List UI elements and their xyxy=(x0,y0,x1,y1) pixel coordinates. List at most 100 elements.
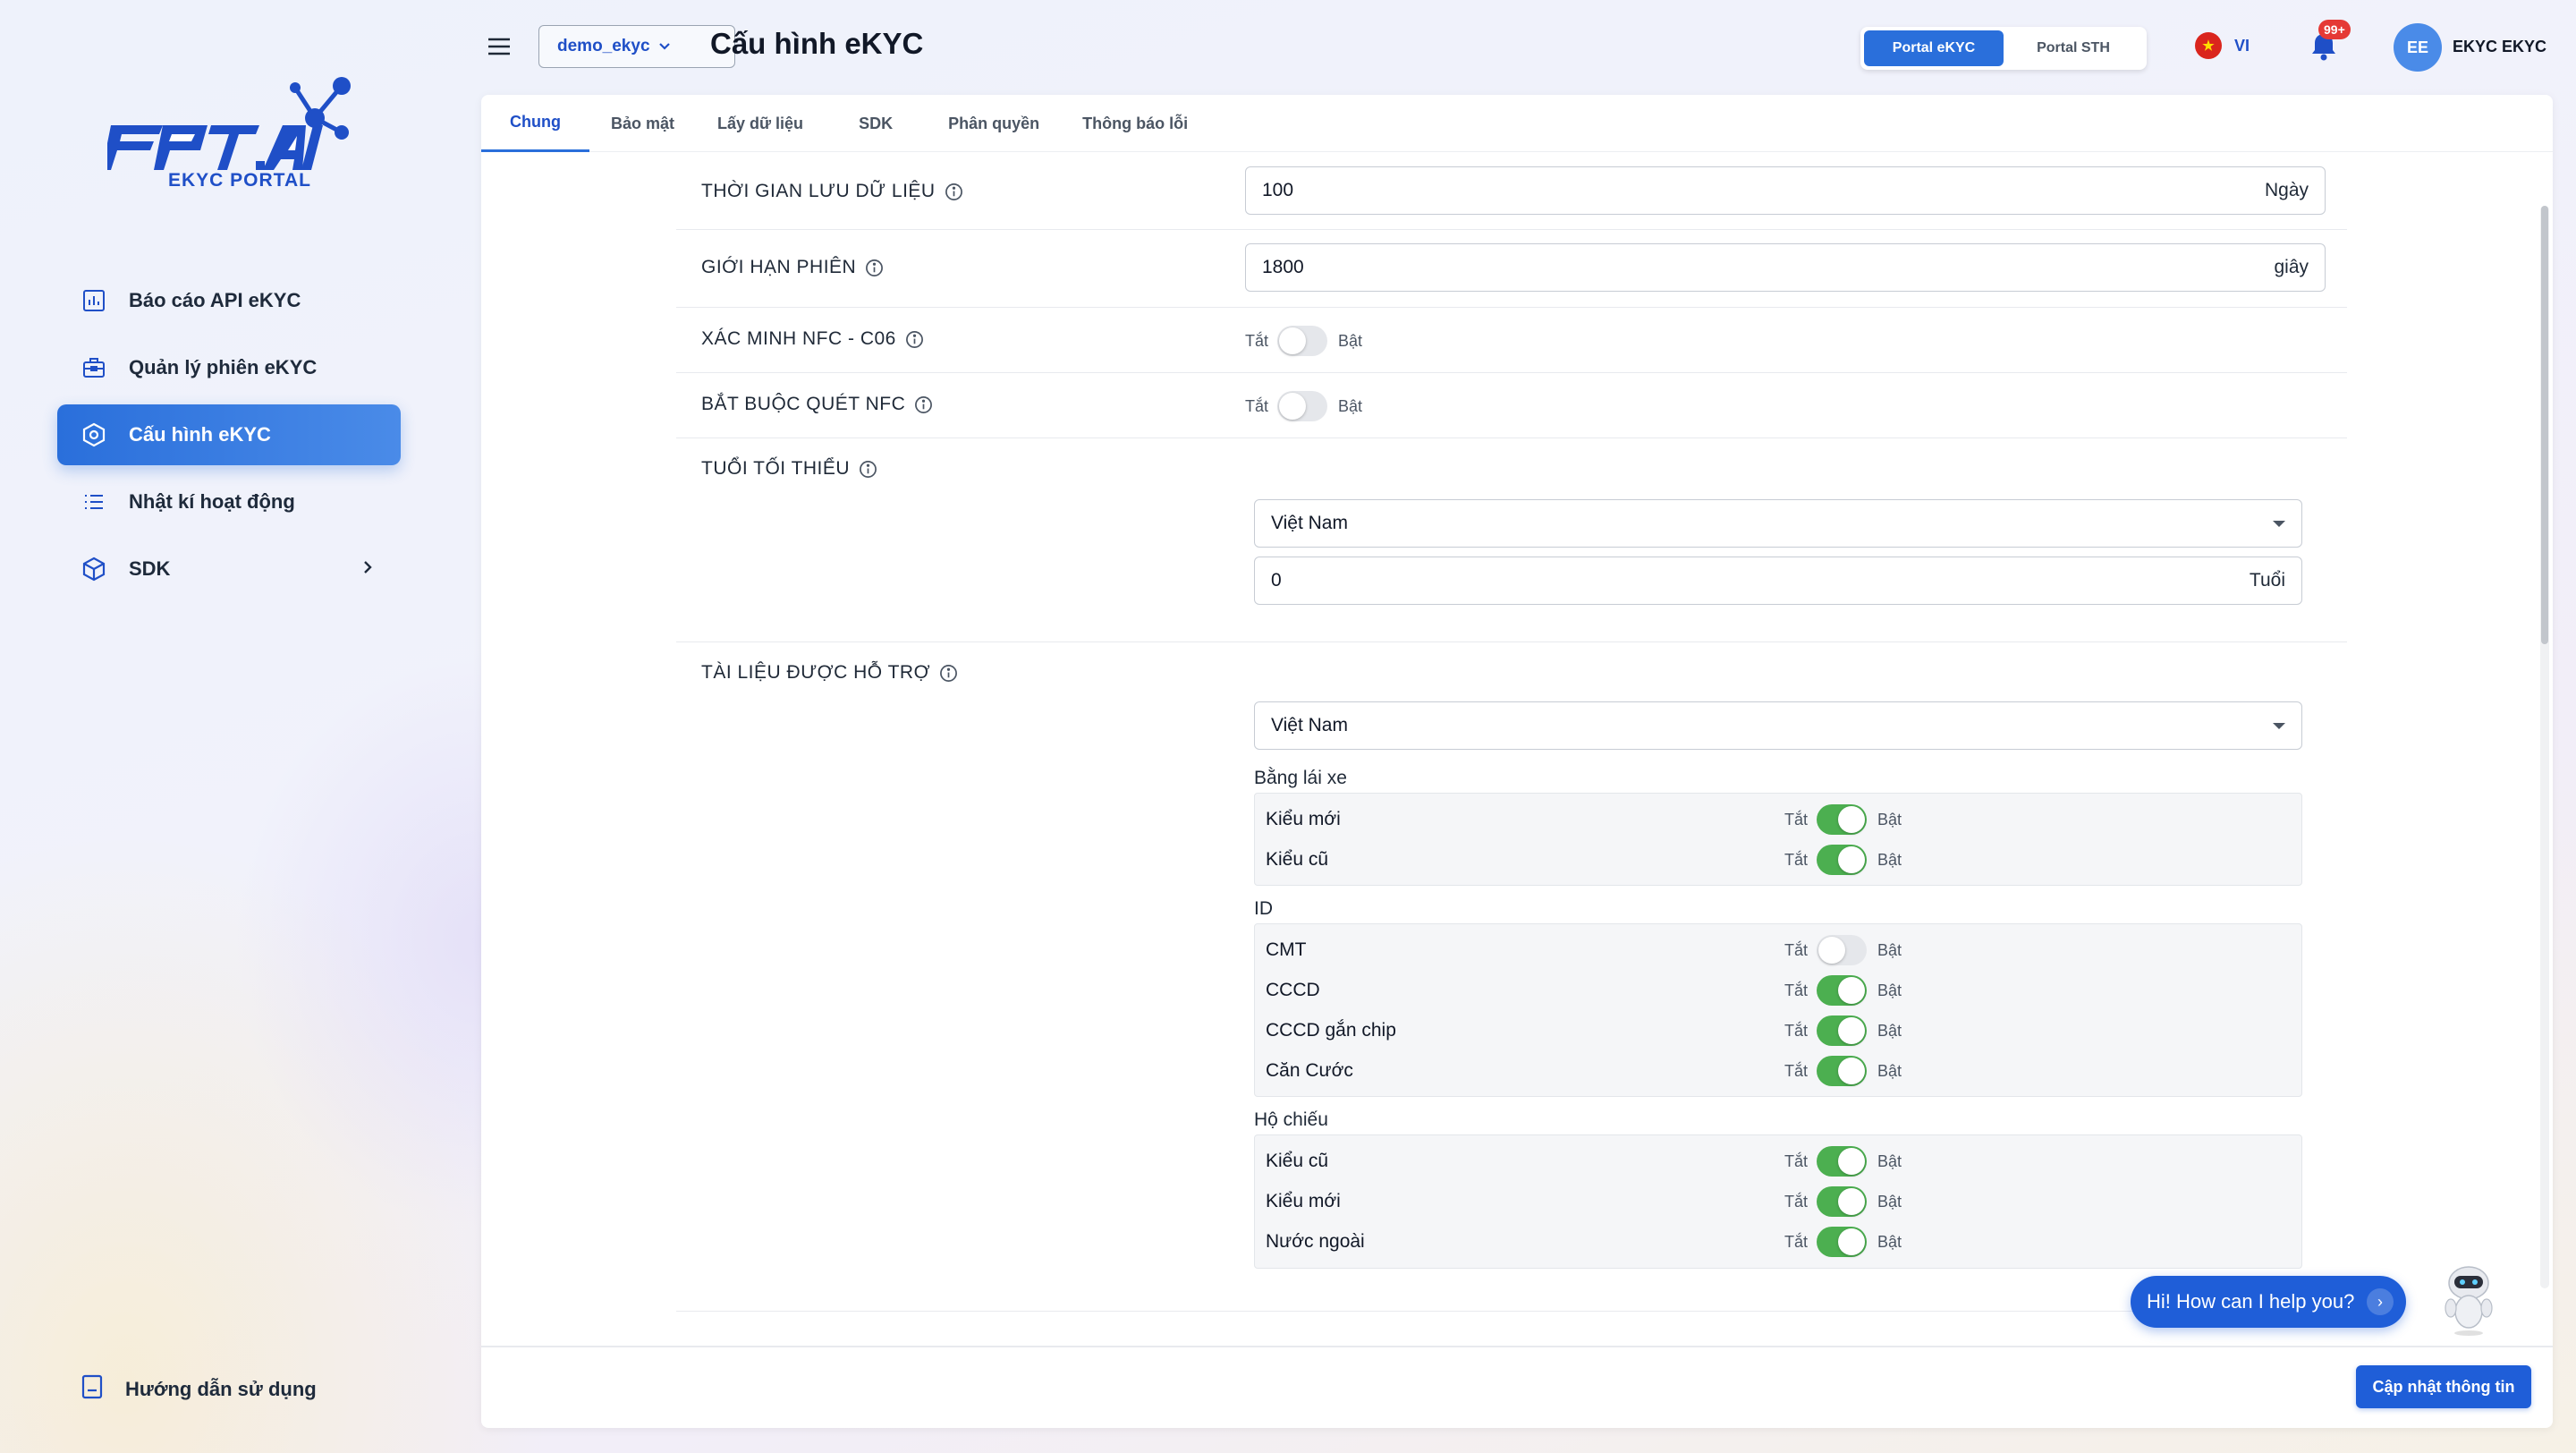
setting-label-text: GIỚI HẠN PHIÊN xyxy=(701,257,857,277)
chatbot-robot-icon[interactable] xyxy=(2433,1262,2504,1337)
info-icon[interactable] xyxy=(865,259,884,277)
toggle-on-label: Bật xyxy=(1877,1061,1902,1080)
tab-general[interactable]: Chung xyxy=(481,95,589,152)
setting-label: XÁC MINH NFC - C06 xyxy=(701,328,924,350)
setting-row-session-limit: GIỚI HẠN PHIÊN 1800 giây xyxy=(676,230,2347,308)
portal-switch[interactable]: Portal eKYC Portal STH xyxy=(1860,27,2147,70)
doc-toggle-group: Tắt Bật xyxy=(1784,1227,1902,1257)
top-header: demo_ekyc Cấu hình eKYC Portal eKYC Port… xyxy=(465,0,2576,93)
doc-group-title-driver-license: Bằng lái xe xyxy=(1254,768,1347,788)
toggle-off-label: Tắt xyxy=(1784,940,1809,959)
doc-item-label: Căn Cước xyxy=(1266,1060,1353,1081)
tab-sdk[interactable]: SDK xyxy=(825,95,927,152)
doc-item: Căn Cước Tắt Bật xyxy=(1255,1050,2301,1091)
tab-error-notifications[interactable]: Thông báo lỗi xyxy=(1061,95,1209,152)
doc-toggle-group: Tắt Bật xyxy=(1784,975,1902,1006)
doc-group-driver-license: Kiểu mới Tắt Bật Kiểu cũ Tắt Bật xyxy=(1254,793,2302,886)
hamburger-menu-icon[interactable] xyxy=(483,30,515,63)
nfc-c06-toggle-group: Tắt Bật xyxy=(1245,326,1362,356)
caret-down-icon xyxy=(2273,520,2285,527)
sidebar-item-sdk[interactable]: SDK xyxy=(57,539,401,599)
toggle-off-label: Tắt xyxy=(1784,1232,1809,1251)
sidebar-item-activity-log[interactable]: Nhật kí hoạt động xyxy=(57,472,401,532)
guide-label: Hướng dẫn sử dụng xyxy=(125,1378,317,1400)
sidebar-item-ekyc-config[interactable]: Cấu hình eKYC xyxy=(57,404,401,465)
sidebar-nav: Báo cáo API eKYC Quản lý phiên eKYC Cấu … xyxy=(57,270,401,606)
retention-input[interactable]: 100 Ngày xyxy=(1245,166,2326,215)
avatar[interactable]: EE xyxy=(2394,23,2442,72)
doc-toggle-group: Tắt Bật xyxy=(1784,1186,1902,1217)
toggle-on-label: Bật xyxy=(1877,981,1902,999)
toggle-on-label: Bật xyxy=(1877,1192,1902,1211)
license-new-toggle[interactable] xyxy=(1817,804,1868,835)
cccd-chip-toggle[interactable] xyxy=(1817,1015,1868,1046)
license-old-toggle[interactable] xyxy=(1817,845,1868,875)
user-name[interactable]: EKYC EKYC xyxy=(2453,38,2546,56)
passport-old-toggle[interactable] xyxy=(1817,1146,1868,1177)
min-age-input[interactable]: 0 Tuổi xyxy=(1254,557,2302,605)
update-info-button[interactable]: Cập nhật thông tin xyxy=(2356,1365,2531,1408)
chat-bubble[interactable]: Hi! How can I help you? › xyxy=(2131,1276,2406,1328)
cmt-toggle[interactable] xyxy=(1817,935,1868,965)
toggle-on-label: Bật xyxy=(1877,1021,1902,1040)
doc-item: Nước ngoài Tắt Bật xyxy=(1255,1221,2301,1262)
min-age-country-select[interactable]: Việt Nam xyxy=(1254,499,2302,548)
cccd-toggle[interactable] xyxy=(1817,975,1868,1006)
retention-value: 100 xyxy=(1262,180,1294,200)
doc-toggle-group: Tắt Bật xyxy=(1784,804,1902,835)
tab-data-retrieval[interactable]: Lấy dữ liệu xyxy=(696,95,825,152)
passport-new-toggle[interactable] xyxy=(1817,1186,1868,1217)
min-age-unit: Tuổi xyxy=(2249,570,2285,591)
doc-item-label: Kiểu mới xyxy=(1266,1191,1341,1211)
vietnam-flag-icon: ★ xyxy=(2195,32,2222,59)
portal-ekyc-option[interactable]: Portal eKYC xyxy=(1864,30,2004,66)
info-icon[interactable] xyxy=(945,183,963,201)
toggle-on-label: Bật xyxy=(1877,810,1902,828)
documents-country-select[interactable]: Việt Nam xyxy=(1254,701,2302,750)
setting-label-text: TÀI LIỆU ĐƯỢC HỖ TRỢ xyxy=(701,662,931,683)
sidebar-item-label: Cấu hình eKYC xyxy=(129,423,271,446)
toggle-off-label: Tắt xyxy=(1784,1192,1809,1211)
sidebar-item-user-guide[interactable]: Hướng dẫn sử dụng xyxy=(80,1374,317,1405)
setting-label: GIỚI HẠN PHIÊN xyxy=(701,257,884,278)
scrollbar-thumb[interactable] xyxy=(2541,206,2548,644)
toggle-on-label: Bật xyxy=(1877,850,1902,869)
passport-foreign-toggle[interactable] xyxy=(1817,1227,1868,1257)
info-icon[interactable] xyxy=(859,460,877,479)
nfc-required-toggle[interactable] xyxy=(1277,391,1328,421)
language-selector[interactable]: ★ VI xyxy=(2195,32,2250,59)
session-limit-input[interactable]: 1800 giây xyxy=(1245,243,2326,292)
info-icon[interactable] xyxy=(939,664,958,683)
info-icon[interactable] xyxy=(905,330,924,349)
nfc-c06-toggle[interactable] xyxy=(1277,326,1328,356)
doc-item: Kiểu mới Tắt Bật xyxy=(1255,1181,2301,1221)
can-cuoc-toggle[interactable] xyxy=(1817,1056,1868,1086)
toggle-off-label: Tắt xyxy=(1245,331,1269,350)
settings-content: THỜI GIAN LƯU DỮ LIỆU 100 Ngày GIỚI HẠN … xyxy=(676,152,2347,1312)
selected-country: Việt Nam xyxy=(1271,715,1348,735)
sidebar-item-label: Báo cáo API eKYC xyxy=(129,289,301,311)
tab-permissions[interactable]: Phân quyền xyxy=(927,95,1061,152)
chat-greeting: Hi! How can I help you? xyxy=(2147,1290,2355,1313)
setting-row-documents: TÀI LIỆU ĐƯỢC HỖ TRỢ Việt Nam Bằng lái x… xyxy=(676,642,2347,1312)
sidebar-item-session-management[interactable]: Quản lý phiên eKYC xyxy=(57,337,401,398)
setting-label-text: TUỔI TỐI THIỂU xyxy=(701,458,851,479)
doc-item-label: CCCD xyxy=(1266,980,1320,1000)
main-card: Chung Bảo mật Lấy dữ liệu SDK Phân quyền… xyxy=(481,95,2553,1428)
toggle-on-label: Bật xyxy=(1338,331,1363,350)
project-selector[interactable]: demo_ekyc xyxy=(538,25,735,68)
doc-item-label: Kiểu cũ xyxy=(1266,1151,1329,1171)
settings-tabs: Chung Bảo mật Lấy dữ liệu SDK Phân quyền… xyxy=(481,95,2553,152)
setting-label-text: THỜI GIAN LƯU DỮ LIỆU xyxy=(701,181,936,201)
doc-group-passport: Kiểu cũ Tắt Bật Kiểu mới Tắt Bật Nước ng… xyxy=(1254,1134,2302,1269)
page-scrollbar[interactable] xyxy=(2540,206,2549,1288)
sidebar-item-api-report[interactable]: Báo cáo API eKYC xyxy=(57,270,401,331)
sidebar-item-label: Nhật kí hoạt động xyxy=(129,490,295,513)
project-name: demo_ekyc xyxy=(557,37,650,55)
tab-security[interactable]: Bảo mật xyxy=(589,95,696,152)
toggle-off-label: Tắt xyxy=(1784,850,1809,869)
sidebar-item-label: Quản lý phiên eKYC xyxy=(129,356,318,378)
portal-sth-option[interactable]: Portal STH xyxy=(2004,30,2143,66)
doc-item-label: Kiểu mới xyxy=(1266,809,1341,829)
info-icon[interactable] xyxy=(914,395,933,414)
